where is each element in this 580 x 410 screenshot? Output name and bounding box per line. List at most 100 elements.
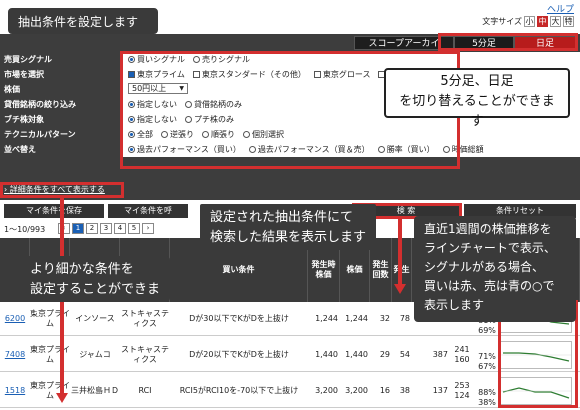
checkbox-option[interactable]: 東京グロース bbox=[313, 70, 371, 79]
occur-cell: 54 bbox=[399, 350, 410, 359]
radio-option[interactable]: 過去パフォーマンス（買＆売） bbox=[248, 145, 370, 154]
next-page-button[interactable]: › bbox=[142, 223, 154, 234]
radio-option[interactable]: 逆張り bbox=[161, 130, 194, 139]
radio-button[interactable] bbox=[377, 146, 385, 153]
page-2-button[interactable]: 2 bbox=[86, 223, 98, 234]
radio-button[interactable] bbox=[128, 56, 135, 63]
occur-cell: 38 bbox=[399, 386, 410, 395]
market-cell: 東京プライム bbox=[30, 345, 70, 364]
radio-button[interactable] bbox=[185, 101, 192, 108]
radio-option[interactable]: 指定しない bbox=[128, 100, 177, 109]
font-size-small-button[interactable]: 小 bbox=[524, 16, 535, 27]
page-5-button[interactable]: 5 bbox=[128, 223, 140, 234]
radio-option[interactable]: 貸借銘柄のみ bbox=[185, 100, 242, 109]
radio-button[interactable] bbox=[248, 146, 256, 153]
condition-label: 売買シグナル bbox=[0, 52, 122, 67]
page-1-button[interactable]: 1 bbox=[72, 223, 84, 234]
radio-option[interactable]: プチ株のみ bbox=[185, 115, 234, 124]
checkbox[interactable] bbox=[313, 71, 321, 78]
tab-daily[interactable]: 日足 bbox=[514, 36, 576, 50]
font-size-large-button[interactable]: 大 bbox=[550, 16, 561, 27]
condition-label: 並べ替え bbox=[0, 142, 122, 157]
chevron-down-icon: ▼ bbox=[179, 85, 184, 92]
checkbox[interactable] bbox=[192, 71, 200, 78]
load-conditions-button[interactable]: マイ条件を呼 bbox=[108, 204, 188, 218]
stock-code-link[interactable]: 6200 bbox=[0, 302, 30, 336]
save-conditions-button[interactable]: マイ条件を保存 bbox=[4, 204, 104, 218]
condition-row: 並べ替え 過去パフォーマンス（買い） 過去パフォーマンス（買＆売） 勝率（買い） 時価総… bbox=[0, 142, 580, 157]
option-label: 指定しない bbox=[137, 115, 177, 124]
option-label: 東京スタンダード（その他） bbox=[201, 70, 306, 79]
tab-scope-archives[interactable]: スコープアーカイブス bbox=[354, 36, 454, 63]
win-rate-value: 88% bbox=[478, 388, 496, 397]
radio-button[interactable] bbox=[161, 131, 168, 138]
technical-cell: RCI bbox=[138, 386, 152, 395]
sparkline-svg bbox=[501, 352, 571, 362]
show-all-conditions-link[interactable]: › 詳細条件をすべて表示する bbox=[4, 184, 105, 195]
buy-condition-cell: RCI5がRCI10を-70以下で上抜け bbox=[179, 386, 299, 395]
radio-option[interactable]: 過去パフォーマンス（買い） bbox=[128, 145, 241, 154]
win-rate-value: 69% bbox=[478, 326, 496, 335]
page-3-button[interactable]: 3 bbox=[100, 223, 112, 234]
win-rate-value: 38% bbox=[478, 398, 496, 407]
option-label: 過去パフォーマンス（買い） bbox=[137, 145, 241, 154]
checkbox[interactable] bbox=[128, 71, 135, 78]
radio-button[interactable] bbox=[202, 131, 209, 138]
table-row[interactable]: 1518 東京プライム 三井松島ＨＤ RCI RCI5がRCI10を-70以下で上抜け 3… bbox=[0, 374, 580, 408]
radio-option[interactable]: 勝率（買い） bbox=[377, 145, 435, 154]
page-4-button[interactable]: 4 bbox=[114, 223, 126, 234]
radio-button[interactable] bbox=[128, 131, 135, 138]
option-label: 東京グロース bbox=[322, 70, 371, 79]
occurrences-cell: 32 bbox=[379, 314, 390, 323]
radio-option[interactable]: 買いシグナル bbox=[128, 55, 185, 64]
checkbox-option[interactable]: 東京スタンダード（その他） bbox=[192, 70, 306, 79]
buy-condition-cell: Dが20以下でKがDを上抜け bbox=[189, 350, 289, 359]
price-select[interactable]: 50円以上 ▼ bbox=[128, 83, 188, 94]
tab-bar: スコープアーカイブス 5分足 日足 bbox=[354, 36, 576, 63]
sparkline-svg bbox=[501, 387, 571, 399]
stock-code-link[interactable]: 7408 bbox=[0, 338, 30, 372]
option-label: 売りシグナル bbox=[202, 55, 250, 64]
checkbox-option[interactable]: 東京プライム bbox=[128, 70, 185, 79]
font-size-medium-button[interactable]: 中 bbox=[537, 16, 548, 27]
value-cell: 387 bbox=[432, 350, 448, 359]
help-link[interactable]: ヘルプ bbox=[547, 2, 574, 15]
stock-code-link[interactable]: 1518 bbox=[0, 374, 30, 408]
tab-5-minute[interactable]: 5分足 bbox=[454, 36, 514, 50]
option-label: 個別選択 bbox=[252, 130, 284, 139]
occurrences-cell: 16 bbox=[379, 386, 390, 395]
result-count: 1〜10/993 bbox=[4, 225, 46, 234]
option-label: 逆張り bbox=[170, 130, 194, 139]
signal-price-cell: 3,200 bbox=[315, 386, 338, 395]
radio-button[interactable] bbox=[185, 116, 192, 123]
option-label: 勝率（買い） bbox=[386, 145, 435, 154]
radio-option[interactable]: 売りシグナル bbox=[193, 55, 250, 64]
signal-price-cell: 1,244 bbox=[315, 314, 338, 323]
callout-tabs: 5分足、日足 を切り替えることができます bbox=[384, 68, 570, 129]
font-size-xlarge-button[interactable]: 特 bbox=[563, 16, 574, 27]
condition-row: 売買シグナル 買いシグナル 売りシグナル bbox=[0, 52, 580, 67]
option-label: プチ株のみ bbox=[194, 115, 234, 124]
radio-button[interactable] bbox=[442, 146, 450, 153]
font-size-label: 文字サイズ bbox=[482, 17, 522, 26]
buy-condition-cell: Dが30以下でKがDを上抜け bbox=[189, 314, 289, 323]
option-label: 貸借銘柄のみ bbox=[194, 100, 242, 109]
radio-option[interactable]: 全部 bbox=[128, 130, 153, 139]
radio-button[interactable] bbox=[128, 101, 135, 108]
radio-option[interactable]: 時価総額 bbox=[442, 145, 484, 154]
win-rate-cell: 88% 38% bbox=[476, 374, 500, 408]
radio-option[interactable]: 順張り bbox=[202, 130, 235, 139]
radio-button[interactable] bbox=[243, 131, 250, 138]
radio-option[interactable]: 指定しない bbox=[128, 115, 177, 124]
value-cell: 137 bbox=[432, 386, 448, 395]
table-row[interactable]: 7408 東京プライム ジャムコ ストキャスティクス Dが20以下でKがDを上抜け 1,4… bbox=[0, 338, 580, 372]
company-name-cell: 三井松島ＨＤ bbox=[71, 386, 119, 395]
radio-button[interactable] bbox=[128, 146, 135, 153]
radio-button[interactable] bbox=[193, 56, 200, 63]
radio-button[interactable] bbox=[128, 116, 135, 123]
price-cell: 1,244 bbox=[345, 314, 368, 323]
company-name-cell: ジャムコ bbox=[79, 350, 111, 359]
search-arrow-shaft bbox=[398, 218, 402, 284]
radio-option[interactable]: 個別選択 bbox=[243, 130, 284, 139]
condition-label: 貸借銘柄の絞り込み bbox=[0, 97, 122, 112]
